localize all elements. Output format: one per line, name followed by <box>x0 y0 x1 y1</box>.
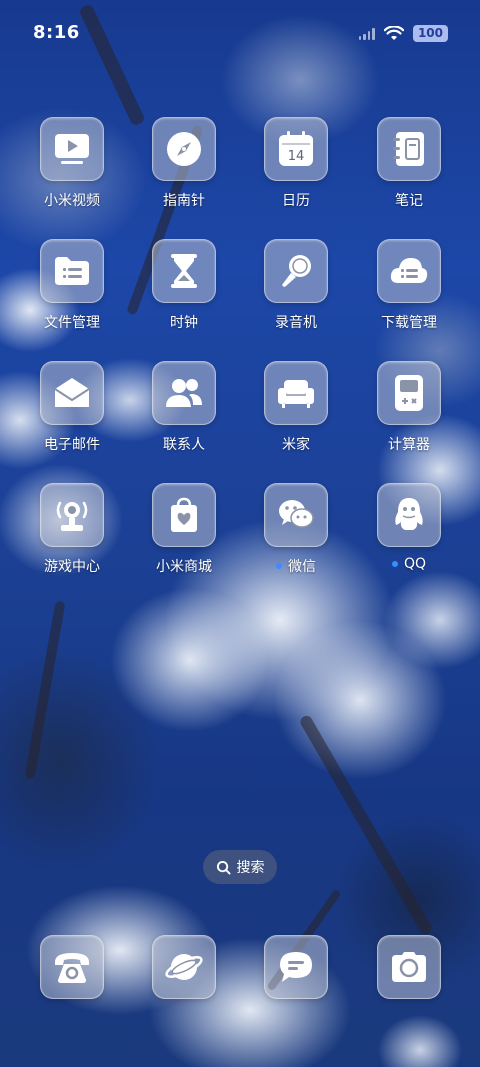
app-label: 文件管理 <box>44 315 100 331</box>
app-recorder[interactable]: 录音机 <box>240 239 352 332</box>
status-bar: 8:16 100 <box>0 0 480 68</box>
app-file-manager[interactable]: 文件管理 <box>16 239 128 332</box>
app-calculator[interactable]: 计算器 <box>353 361 465 454</box>
app-label: 米家 <box>282 437 310 453</box>
battery-icon: 100 <box>412 25 448 42</box>
app-mijia[interactable]: 米家 <box>240 361 352 454</box>
app-label: 录音机 <box>275 315 317 331</box>
dock-browser[interactable] <box>128 935 240 999</box>
dock-messages[interactable] <box>240 935 352 999</box>
camera-icon <box>377 935 441 999</box>
app-label: 电子邮件 <box>44 437 100 453</box>
app-label: 小米视频 <box>44 193 100 209</box>
app-label: 指南针 <box>163 193 205 209</box>
app-clock[interactable]: 时钟 <box>128 239 240 332</box>
calculator-icon <box>377 361 441 425</box>
app-label: 游戏中心 <box>44 559 100 575</box>
calendar-date: 14 <box>288 149 305 164</box>
hourglass-icon <box>152 239 216 303</box>
search-label: 搜索 <box>236 860 265 876</box>
folder-icon <box>40 239 104 303</box>
app-contacts[interactable]: 联系人 <box>128 361 240 454</box>
app-label: 日历 <box>282 193 310 209</box>
app-game-center[interactable]: 游戏中心 <box>16 483 128 576</box>
app-download-manager[interactable]: 下载管理 <box>353 239 465 332</box>
microphone-icon <box>264 239 328 303</box>
notes-icon <box>377 117 441 181</box>
calendar-icon: 14 <box>264 117 328 181</box>
phone-icon <box>40 935 104 999</box>
mail-icon <box>40 361 104 425</box>
app-label: QQ <box>403 556 427 572</box>
app-compass[interactable]: 指南针 <box>128 117 240 210</box>
app-label: 计算器 <box>388 437 430 453</box>
browser-planet-icon <box>152 935 216 999</box>
app-label: 笔记 <box>395 193 423 209</box>
compass-icon <box>152 117 216 181</box>
signal-icon <box>358 27 375 40</box>
app-calendar[interactable]: 14 日历 <box>240 117 352 210</box>
app-label: 小米商城 <box>156 559 212 575</box>
app-xiaomi-video[interactable]: 小米视频 <box>16 117 128 210</box>
video-icon <box>40 117 104 181</box>
search-button[interactable]: 搜索 <box>203 850 277 884</box>
wifi-icon <box>383 26 404 40</box>
app-label: 时钟 <box>170 315 198 331</box>
app-mi-store[interactable]: 小米商城 <box>128 483 240 576</box>
sofa-icon <box>264 361 328 425</box>
game-center-icon <box>40 483 104 547</box>
app-qq[interactable]: QQ <box>353 483 465 572</box>
app-email[interactable]: 电子邮件 <box>16 361 128 454</box>
new-indicator-dot <box>391 561 398 567</box>
status-time: 8:16 <box>33 22 80 43</box>
contacts-icon <box>152 361 216 425</box>
download-cloud-icon <box>377 239 441 303</box>
dock-camera[interactable] <box>353 935 465 999</box>
app-label: 微信 <box>288 559 316 575</box>
app-label: 下载管理 <box>381 315 437 331</box>
app-label: 联系人 <box>163 437 205 453</box>
app-wechat[interactable]: 微信 <box>240 483 352 576</box>
dock-phone[interactable] <box>16 935 128 999</box>
qq-penguin-icon <box>377 483 441 547</box>
new-indicator-dot <box>276 563 282 569</box>
status-icons: 100 <box>358 25 448 42</box>
messages-icon <box>264 935 328 999</box>
shopping-bag-icon <box>152 483 216 547</box>
wechat-icon <box>264 483 328 547</box>
app-notes[interactable]: 笔记 <box>353 117 465 210</box>
search-icon <box>216 860 231 875</box>
